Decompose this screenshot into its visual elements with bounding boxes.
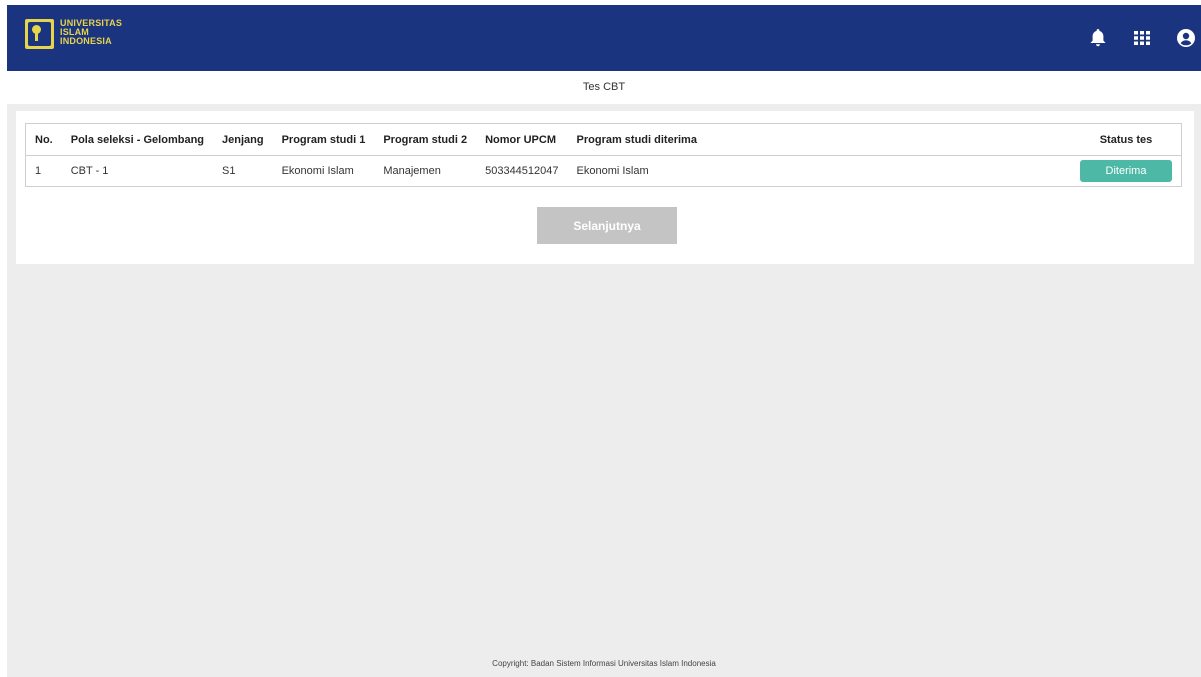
logo-wordmark: UNIVERSITAS ISLAM INDONESIA [60,19,122,46]
next-button[interactable]: Selanjutnya [537,207,677,244]
table-row: 1 CBT - 1 S1 Ekonomi Islam Manajemen 503… [26,156,1182,187]
col-header-prodi2: Program studi 2 [374,123,477,156]
status-badge[interactable]: Diterima [1080,160,1172,182]
footer-copyright: Copyright: Badan Sistem Informasi Univer… [492,659,716,668]
cell-upcm: 503344512047 [485,165,559,177]
apps-grid-icon[interactable] [1127,23,1157,53]
bell-icon[interactable] [1083,23,1113,53]
test-result-table: No. Pola seleksi - Gelombang Jenjang Pro… [25,123,1182,187]
col-header-no: No. [25,123,62,156]
uii-seal-icon [25,19,54,49]
table-header-row: No. Pola seleksi - Gelombang Jenjang Pro… [25,123,1182,156]
col-header-upcm: Nomor UPCM [476,123,568,156]
cell-no: 1 [35,165,42,177]
col-header-status: Status tes [1071,123,1182,156]
user-account-icon[interactable] [1171,23,1201,53]
page-title: Tes CBT [7,71,1201,104]
col-header-diterima: Program studi diterima [567,123,1071,156]
cell-status: Diterima [1071,156,1182,187]
cell-prodi2: Manajemen [383,165,441,177]
col-header-jenjang: Jenjang [213,123,273,156]
cell-jenjang: S1 [222,165,236,177]
top-navbar: UNIVERSITAS ISLAM INDONESIA [7,5,1201,71]
result-card: No. Pola seleksi - Gelombang Jenjang Pro… [16,111,1194,264]
cell-pola: CBT - 1 [70,165,109,177]
cell-prodi1: Ekonomi Islam [281,165,354,177]
logo-line-3: INDONESIA [60,36,112,46]
col-header-pola: Pola seleksi - Gelombang [61,123,214,156]
col-header-prodi1: Program studi 1 [272,123,375,156]
header-actions [1069,5,1201,71]
uii-logo[interactable]: UNIVERSITAS ISLAM INDONESIA [25,19,122,49]
cell-diterima: Ekonomi Islam [576,165,649,177]
app-frame: UNIVERSITAS ISLAM INDONESIA Tes CBT No. … [7,5,1201,677]
